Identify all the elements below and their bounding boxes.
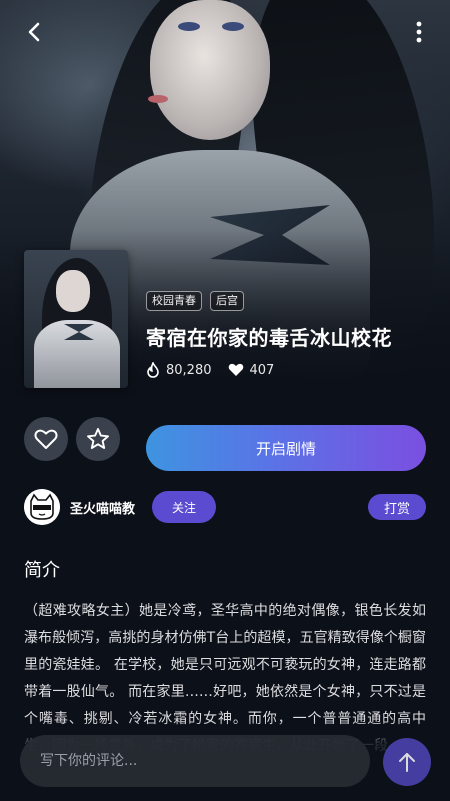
- heart-filled-icon: [228, 363, 243, 376]
- back-button[interactable]: [14, 14, 54, 50]
- comment-input[interactable]: [20, 735, 370, 787]
- likes-stat: 407: [228, 362, 275, 378]
- favorite-button[interactable]: [24, 417, 68, 461]
- chevron-left-icon: [28, 22, 40, 42]
- tip-button[interactable]: 打赏: [368, 494, 426, 520]
- cat-avatar-icon: [24, 489, 60, 525]
- book-cover-image: [24, 250, 128, 388]
- send-comment-button[interactable]: [383, 738, 431, 786]
- start-story-button[interactable]: 开启剧情: [146, 425, 426, 471]
- book-stats: 80,280 407: [146, 362, 290, 378]
- likes-count: 407: [249, 362, 275, 378]
- hero-lips: [148, 95, 168, 103]
- arrow-up-icon: [399, 753, 415, 772]
- heat-stat: 80,280: [146, 362, 212, 378]
- heart-outline-icon: [34, 429, 58, 449]
- book-title: 寄宿在你家的毒舌冰山校花: [146, 326, 392, 350]
- collect-button[interactable]: [76, 417, 120, 461]
- more-options-button[interactable]: [404, 14, 434, 50]
- author-avatar[interactable]: [24, 489, 60, 525]
- heat-count: 80,280: [166, 362, 212, 378]
- flame-icon: [147, 362, 159, 378]
- follow-button[interactable]: 关注: [152, 491, 216, 523]
- star-outline-icon: [87, 428, 109, 449]
- top-bar: [0, 0, 450, 64]
- vertical-dots-icon: [416, 21, 422, 43]
- intro-heading: 简介: [24, 560, 60, 581]
- author-name[interactable]: 圣火喵喵教: [70, 498, 135, 517]
- tag-list: 校园青春 后宫: [146, 291, 244, 311]
- cover-face: [56, 270, 90, 312]
- tag-item[interactable]: 后宫: [210, 291, 244, 311]
- tag-item[interactable]: 校园青春: [146, 291, 202, 311]
